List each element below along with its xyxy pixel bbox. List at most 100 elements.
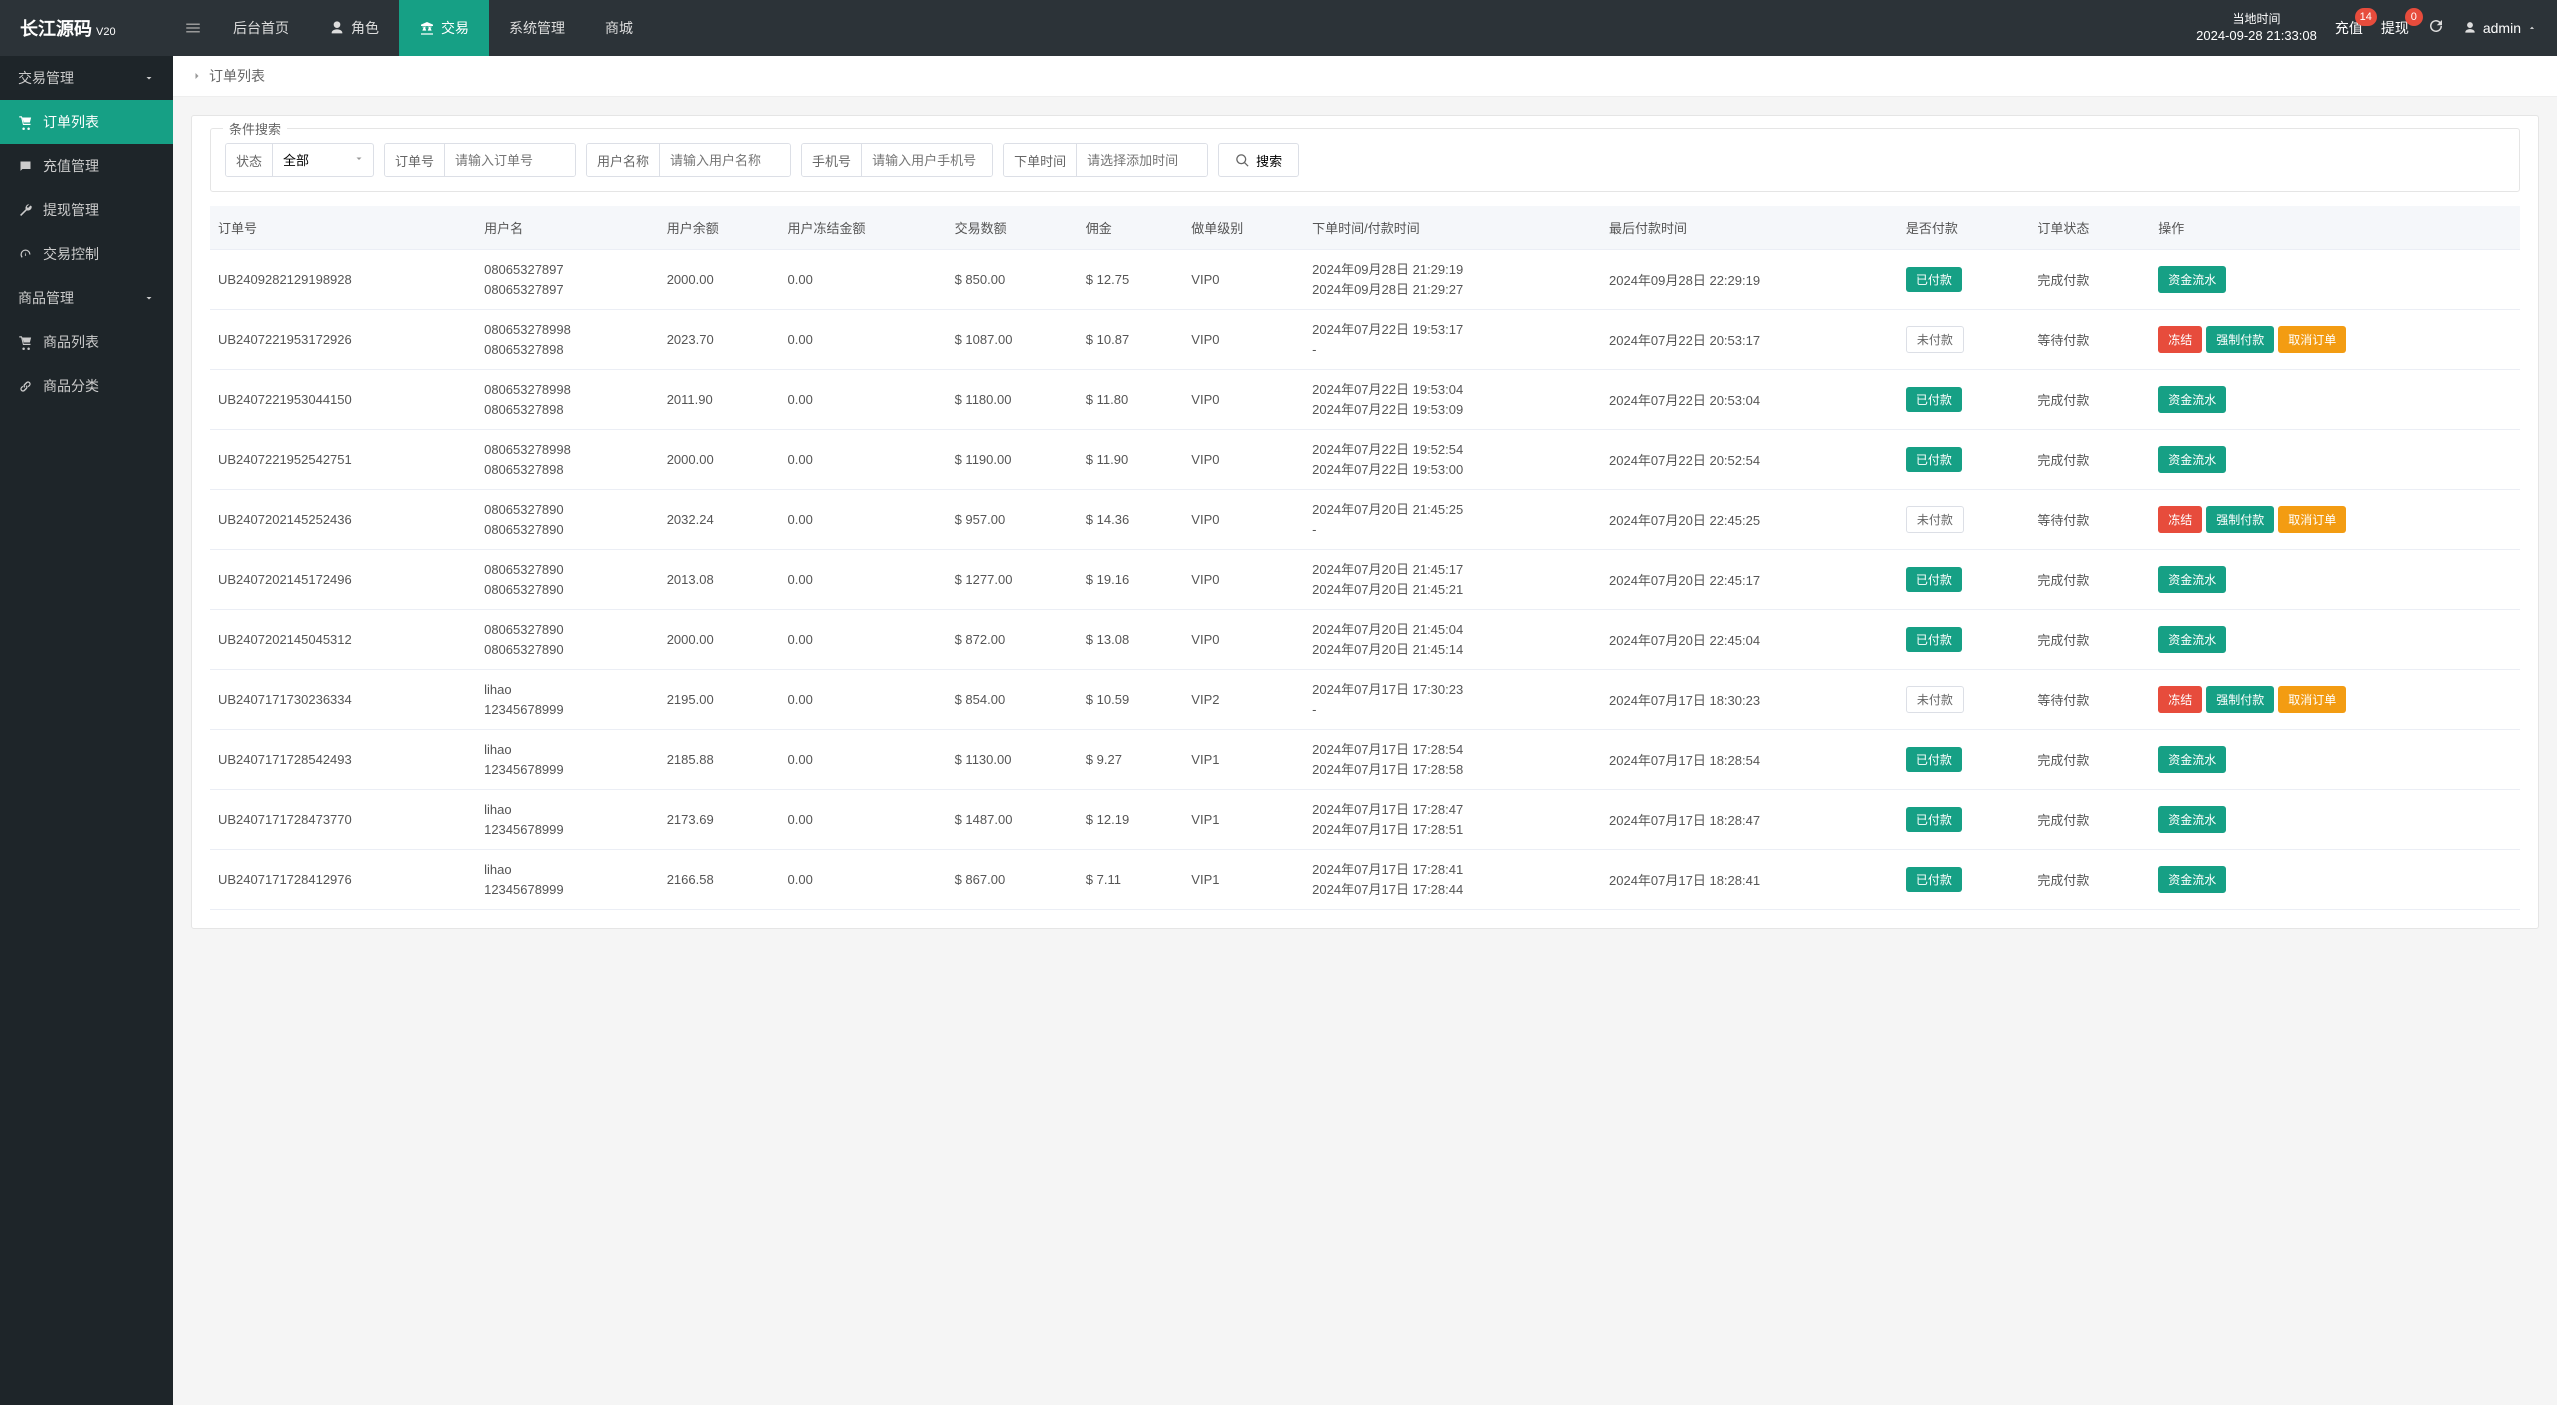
freeze-button[interactable]: 冻结 [2158, 506, 2202, 533]
user-icon [329, 20, 345, 36]
force-pay-button[interactable]: 强制付款 [2206, 686, 2274, 713]
cell-actions: 冻结强制付款取消订单 [2150, 670, 2520, 730]
cell-status: 完成付款 [2029, 730, 2150, 790]
cell-order-id: UB2407171728542493 [210, 730, 476, 790]
sidebar-item[interactable]: 提现管理 [0, 188, 173, 232]
sidebar-item-label: 商品分类 [43, 376, 99, 396]
table-header: 下单时间/付款时间 [1304, 206, 1601, 250]
order-input[interactable] [445, 144, 575, 176]
menu-toggle[interactable] [173, 0, 213, 56]
force-pay-button[interactable]: 强制付款 [2206, 326, 2274, 353]
cell-actions: 资金流水 [2150, 250, 2520, 310]
cell-status: 等待付款 [2029, 490, 2150, 550]
cell-balance: 2195.00 [659, 670, 780, 730]
sidebar-item[interactable]: 订单列表 [0, 100, 173, 144]
cell-actions: 资金流水 [2150, 370, 2520, 430]
topnav-item[interactable]: 交易 [399, 0, 489, 56]
cell-paid: 未付款 [1898, 490, 2030, 550]
withdraw-link[interactable]: 提现 0 [2381, 18, 2409, 38]
force-pay-button[interactable]: 强制付款 [2206, 506, 2274, 533]
cell-actions: 资金流水 [2150, 610, 2520, 670]
flow-button[interactable]: 资金流水 [2158, 866, 2226, 893]
cell-order-id: UB2409282129198928 [210, 250, 476, 310]
topnav-item[interactable]: 系统管理 [489, 0, 585, 56]
status-select[interactable]: 全部 [273, 144, 373, 176]
table-row: UB2407171728473770 lihao12345678999 2173… [210, 790, 2520, 850]
sidebar-item[interactable]: 交易控制 [0, 232, 173, 276]
cell-frozen: 0.00 [780, 430, 947, 490]
search-label: 搜索 [1256, 151, 1282, 170]
cell-username: 0806532789008065327890 [476, 550, 659, 610]
paid-tag: 已付款 [1906, 747, 1962, 772]
flow-button[interactable]: 资金流水 [2158, 266, 2226, 293]
table-header: 操作 [2150, 206, 2520, 250]
cell-amount: $ 1487.00 [947, 790, 1078, 850]
freeze-button[interactable]: 冻结 [2158, 686, 2202, 713]
username-input[interactable] [660, 144, 790, 176]
sidebar-item[interactable]: 充值管理 [0, 144, 173, 188]
cell-status: 完成付款 [2029, 430, 2150, 490]
cell-balance: 2011.90 [659, 370, 780, 430]
freeze-button[interactable]: 冻结 [2158, 326, 2202, 353]
cell-actions: 冻结强制付款取消订单 [2150, 490, 2520, 550]
cell-times: 2024年07月20日 21:45:042024年07月20日 21:45:14 [1304, 610, 1601, 670]
flow-button[interactable]: 资金流水 [2158, 446, 2226, 473]
search-button[interactable]: 搜索 [1218, 143, 1299, 177]
cell-commission: $ 11.80 [1078, 370, 1184, 430]
topnav-item[interactable]: 商城 [585, 0, 653, 56]
cell-actions: 资金流水 [2150, 850, 2520, 910]
clock-value: 2024-09-28 21:33:08 [2196, 27, 2317, 45]
cell-balance: 2185.88 [659, 730, 780, 790]
cell-username: 0806532789008065327890 [476, 490, 659, 550]
sidebar-group-goods[interactable]: 商品管理 [0, 276, 173, 320]
cell-commission: $ 10.87 [1078, 310, 1184, 370]
cell-level: VIP0 [1183, 550, 1304, 610]
cell-paid: 已付款 [1898, 790, 2030, 850]
cancel-button[interactable]: 取消订单 [2278, 506, 2346, 533]
cell-times: 2024年07月17日 17:28:412024年07月17日 17:28:44 [1304, 850, 1601, 910]
sidebar-item[interactable]: 商品分类 [0, 364, 173, 408]
cell-username: lihao12345678999 [476, 730, 659, 790]
cell-level: VIP0 [1183, 370, 1304, 430]
cell-actions: 资金流水 [2150, 790, 2520, 850]
flow-button[interactable]: 资金流水 [2158, 566, 2226, 593]
cell-paid: 未付款 [1898, 670, 2030, 730]
recharge-link[interactable]: 充值 14 [2335, 18, 2363, 38]
flow-button[interactable]: 资金流水 [2158, 626, 2226, 653]
time-input[interactable] [1077, 144, 1207, 176]
cell-actions: 冻结强制付款取消订单 [2150, 310, 2520, 370]
flow-button[interactable]: 资金流水 [2158, 806, 2226, 833]
cell-commission: $ 19.16 [1078, 550, 1184, 610]
flow-button[interactable]: 资金流水 [2158, 386, 2226, 413]
cart-icon [18, 335, 33, 350]
topnav-item[interactable]: 角色 [309, 0, 399, 56]
sidebar-item-label: 交易控制 [43, 244, 99, 264]
cell-level: VIP0 [1183, 430, 1304, 490]
cell-last-pay: 2024年07月17日 18:28:47 [1601, 790, 1898, 850]
cell-times: 2024年07月22日 19:53:042024年07月22日 19:53:09 [1304, 370, 1601, 430]
cell-balance: 2000.00 [659, 250, 780, 310]
cancel-button[interactable]: 取消订单 [2278, 686, 2346, 713]
status-label: 状态 [226, 144, 273, 176]
phone-input[interactable] [862, 144, 992, 176]
sidebar-item[interactable]: 商品列表 [0, 320, 173, 364]
sidebar-group-trade[interactable]: 交易管理 [0, 56, 173, 100]
admin-menu[interactable]: admin [2463, 20, 2537, 36]
flow-button[interactable]: 资金流水 [2158, 746, 2226, 773]
topnav-item[interactable]: 后台首页 [213, 0, 309, 56]
cell-times: 2024年07月22日 19:52:542024年07月22日 19:53:00 [1304, 430, 1601, 490]
cancel-button[interactable]: 取消订单 [2278, 326, 2346, 353]
cell-last-pay: 2024年07月20日 22:45:25 [1601, 490, 1898, 550]
cell-order-id: UB2407221953044150 [210, 370, 476, 430]
cell-frozen: 0.00 [780, 490, 947, 550]
refresh-button[interactable] [2427, 17, 2445, 38]
paid-tag: 已付款 [1906, 387, 1962, 412]
status-filter[interactable]: 状态 全部 [225, 143, 374, 177]
cell-level: VIP1 [1183, 850, 1304, 910]
sidebar-item-label: 商品列表 [43, 332, 99, 352]
paid-tag: 已付款 [1906, 867, 1962, 892]
withdraw-label: 提现 [2381, 20, 2409, 36]
paid-tag: 已付款 [1906, 267, 1962, 292]
cell-frozen: 0.00 [780, 610, 947, 670]
cell-commission: $ 12.19 [1078, 790, 1184, 850]
